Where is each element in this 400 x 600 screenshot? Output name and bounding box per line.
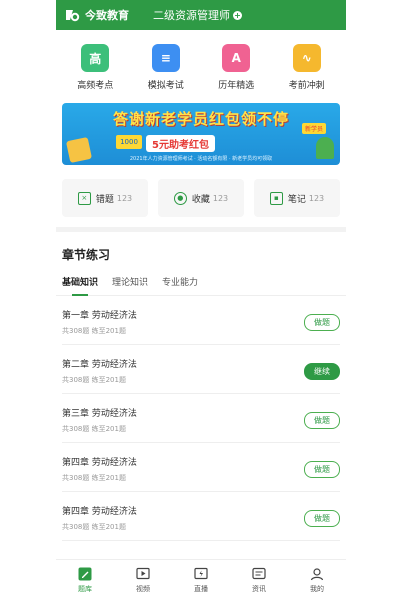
brand-name: 今致教育: [85, 9, 129, 22]
chapter-progress: 共308题 练至201题: [62, 327, 126, 335]
stats-row: × 错题 123 ● 收藏 123 ▪ 笔记 123: [56, 165, 346, 227]
course-selector[interactable]: 二级资源管理师 +: [153, 7, 242, 23]
nav-item-video[interactable]: 视频: [123, 567, 163, 594]
nav-item-question-bank[interactable]: 题库: [65, 567, 105, 594]
section-title: 章节练习: [62, 248, 111, 262]
note-icon: ▪: [269, 191, 283, 205]
document-icon: ≡: [151, 44, 180, 72]
notes-card[interactable]: ▪ 笔记 123: [254, 179, 340, 217]
quick-entry-label: 模拟考试: [147, 81, 184, 91]
top-bar: 今致教育 二级资源管理师 +: [56, 0, 346, 30]
quick-entry-label: 高频考点: [77, 81, 114, 91]
nav-label: 视频: [136, 584, 150, 593]
trend-chart-icon: ∿: [292, 44, 321, 72]
nav-item-live[interactable]: 直播: [181, 567, 221, 594]
chapter-title: 第一章 劳动经济法: [62, 311, 137, 321]
edit-icon: [78, 567, 93, 582]
quick-entry-mock-exam[interactable]: ≡ 模拟考试: [135, 44, 197, 91]
banner-fine-print: 2021年人力资源管理师考试 · 活动名额有限 · 新老学员均可领取: [129, 156, 273, 162]
tab-professional-skills[interactable]: 专业能力: [162, 271, 198, 295]
chapter-row[interactable]: 第四章 劳动经济法 共308题 练至201题 做题: [62, 492, 340, 541]
chapter-progress: 共308题 练至201题: [62, 523, 126, 531]
chapter-row[interactable]: 第四章 劳动经济法 共308题 练至201题 做题: [62, 443, 340, 492]
live-icon: [194, 567, 209, 582]
brand-logo-icon: [66, 10, 80, 22]
chapter-tabs: 基础知识 理论知识 专业能力: [56, 271, 346, 296]
chapter-progress: 共308题 练至201题: [62, 474, 126, 482]
chapter-title: 第三章 劳动经济法: [62, 409, 137, 419]
quick-entry-label: 历年精选: [218, 81, 255, 91]
nav-label: 题库: [78, 584, 92, 593]
stat-label: 笔记: [287, 194, 306, 205]
practice-button[interactable]: 做题: [304, 411, 340, 429]
favorites-card[interactable]: ● 收藏 123: [158, 179, 244, 217]
chapter-title: 第四章 劳动经济法: [62, 507, 137, 517]
banner-ticket: 1000: [116, 135, 142, 149]
news-icon: [252, 567, 267, 582]
chapter-list: 第一章 劳动经济法 共308题 练至201题 做题 第二章 劳动经济法 共308…: [56, 296, 346, 541]
nav-label: 我的: [310, 584, 324, 593]
chapter-row[interactable]: 第二章 劳动经济法 共308题 练至201题 继续: [62, 345, 340, 394]
stat-count: 123: [308, 193, 325, 203]
favorite-icon: ●: [173, 191, 187, 205]
chapter-row[interactable]: 第三章 劳动经济法 共308题 练至201题 做题: [62, 394, 340, 443]
course-name: 二级资源管理师: [153, 9, 230, 22]
banner-headline: 答谢新老学员红包领不停: [112, 110, 289, 128]
stat-label: 收藏: [191, 194, 210, 205]
add-course-icon[interactable]: +: [233, 10, 242, 20]
practice-button[interactable]: 做题: [304, 460, 340, 478]
app-screen: 今致教育 二级资源管理师 + 高 高频考点 ≡ 模拟考试 A 历年精选 ∿ 考前…: [56, 0, 346, 600]
tab-theory-knowledge[interactable]: 理论知识: [112, 271, 148, 295]
video-icon: [136, 567, 151, 582]
wrong-question-icon: ×: [77, 191, 91, 205]
quick-entry-grid: 高 高频考点 ≡ 模拟考试 A 历年精选 ∿ 考前冲刺: [56, 30, 346, 97]
nav-label: 直播: [194, 584, 208, 593]
chapter-progress: 共308题 练至201题: [62, 425, 126, 433]
nav-label: 资讯: [252, 584, 266, 593]
star-book-icon: 高: [81, 44, 110, 72]
stat-label: 错题: [95, 194, 114, 205]
continue-button[interactable]: 继续: [304, 362, 340, 380]
profile-icon: [310, 567, 325, 582]
chapter-title: 第四章 劳动经济法: [62, 458, 137, 468]
quick-entry-label: 考前冲刺: [288, 81, 325, 91]
nav-item-news[interactable]: 资讯: [239, 567, 279, 594]
stat-count: 123: [116, 193, 133, 203]
chapter-row[interactable]: 第一章 劳动经济法 共308题 练至201题 做题: [62, 296, 340, 345]
tab-basic-knowledge[interactable]: 基础知识: [62, 271, 98, 296]
nav-item-profile[interactable]: 我的: [297, 567, 337, 594]
bottom-nav: 题库 视频 直播 资讯 我的: [56, 559, 346, 600]
quick-entry-high-frequency[interactable]: 高 高频考点: [64, 44, 126, 91]
stat-count: 123: [212, 193, 229, 203]
banner-coupon: 5元助考红包: [146, 135, 215, 152]
chapter-title: 第二章 劳动经济法: [62, 360, 137, 370]
chapter-progress: 共308题 练至201题: [62, 376, 126, 384]
quick-entry-past-papers[interactable]: A 历年精选: [205, 44, 267, 91]
quick-entry-final-sprint[interactable]: ∿ 考前冲刺: [276, 44, 338, 91]
practice-button[interactable]: 做题: [304, 313, 340, 331]
wrong-questions-card[interactable]: × 错题 123: [62, 179, 148, 217]
banner-tag: 新学员: [301, 123, 326, 134]
letter-a-icon: A: [222, 44, 251, 72]
promo-banner[interactable]: 答谢新老学员红包领不停 1000 5元助考红包 新学员 2021年人力资源管理师…: [62, 103, 340, 165]
practice-button[interactable]: 做题: [304, 509, 340, 527]
